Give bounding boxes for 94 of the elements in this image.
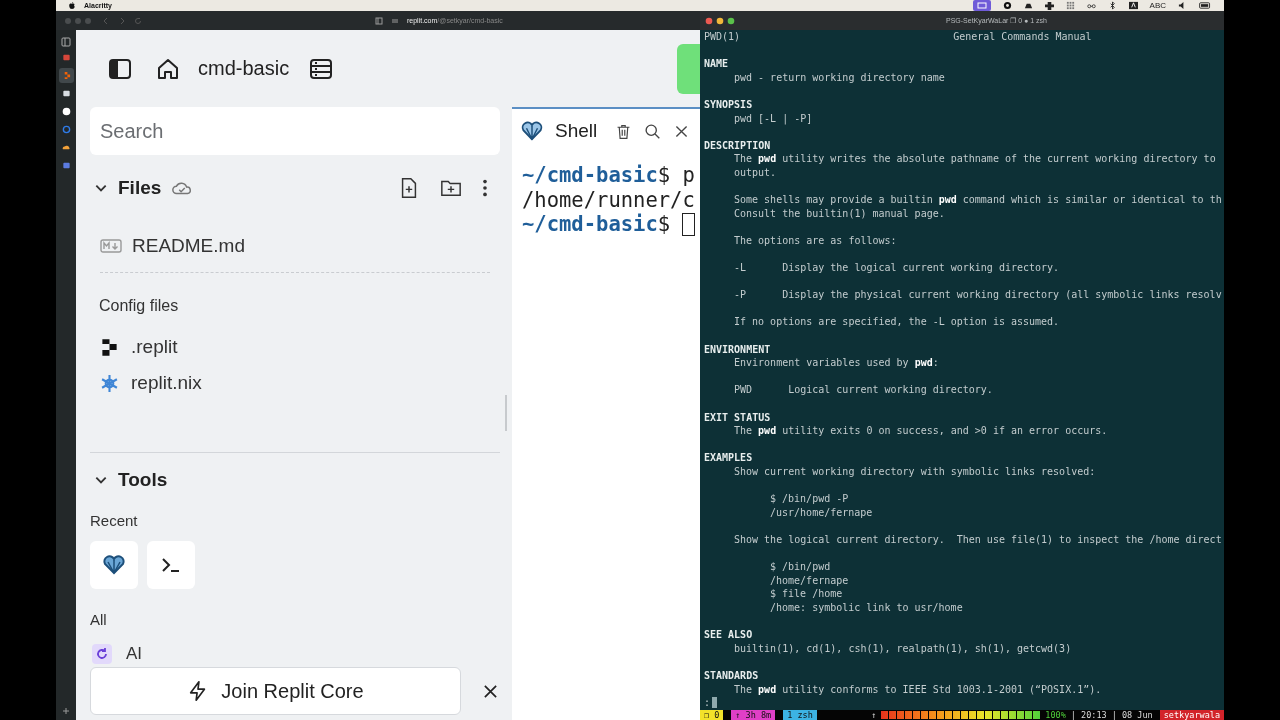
glasses-icon[interactable] <box>1086 1 1096 10</box>
tool-item[interactable]: AI <box>90 643 500 665</box>
section-title[interactable]: Files <box>118 177 162 199</box>
man-text-line: Environment variables used by pwd: <box>734 356 939 370</box>
man-text-line: If no options are specified, the -L option is assumed. <box>734 315 1060 330</box>
man-text-line: pwd - return working directory name <box>734 70 945 85</box>
shell-tab[interactable]: Shell <box>555 120 598 142</box>
cursor <box>712 697 718 709</box>
sidebar-icon[interactable] <box>375 16 383 25</box>
clock: | 20:13 | 08 Jun <box>1069 710 1154 720</box>
status-segment: ❐ 0 <box>700 710 724 720</box>
file-item[interactable]: README.md <box>90 226 500 266</box>
battery-icon[interactable] <box>1199 1 1212 10</box>
man-code-line: /home: symbolic link to usr/home <box>770 600 963 615</box>
man-text-line: PWD Logical current working directory. <box>734 383 993 398</box>
battery-reading: 100% <box>1045 710 1066 720</box>
man-heading: EXIT STATUS <box>704 410 771 425</box>
pager-prompt: : <box>704 696 711 710</box>
search-icon[interactable] <box>644 122 662 140</box>
man-text-line: The pwd utility conforms to IEEE Std 1003.1-2001 (“POSIX.1”). <box>734 682 1102 697</box>
snowflake-icon <box>100 373 119 393</box>
group-label: Recent <box>90 511 139 531</box>
man-text-line: Consult the builtin(1) manual page. <box>734 206 945 221</box>
scrollbar[interactable] <box>505 395 507 431</box>
status-segment: 1 zsh <box>783 710 817 720</box>
circle-icon[interactable] <box>1002 1 1012 10</box>
shell-text: $ <box>657 212 672 237</box>
file-item[interactable]: replit.nix <box>90 365 500 401</box>
man-text-line: -P Display the physical current working directory (all symbolic links resolv <box>734 288 1222 302</box>
man-text-line: builtin(1), cd(1), csh(1), realpath(1), sh(1), getcwd(3) <box>734 641 1072 656</box>
prompt-path: ~/cmd-basic <box>522 212 658 237</box>
group-label: Config files <box>98 296 180 316</box>
app-icon <box>61 161 71 170</box>
group-label: All <box>90 610 108 630</box>
add-icon[interactable] <box>61 706 71 716</box>
prompt-path: ~/cmd-basic <box>522 163 658 188</box>
man-text-line: Show the logical current directory. Then use file(1) to inspect the /home direct <box>734 532 1222 547</box>
section-title[interactable]: Tools <box>118 469 168 491</box>
man-code-line: /usr/home/fernape <box>770 505 873 520</box>
home-icon[interactable] <box>156 56 180 81</box>
man-heading: DESCRIPTION <box>704 138 771 153</box>
blocks-icon <box>100 337 119 357</box>
ring-icon <box>61 125 71 134</box>
tool-tile[interactable] <box>147 541 195 589</box>
man-text-line: -L Display the logical current working directory. <box>734 261 1060 275</box>
loop-icon <box>92 644 112 664</box>
screen-icon[interactable] <box>972 0 991 11</box>
input-source[interactable]: ABC <box>1149 0 1166 11</box>
tool-tile[interactable] <box>90 541 138 589</box>
gamepad-icon[interactable] <box>1044 1 1054 10</box>
uptime-arrow: ↑ <box>870 710 878 720</box>
more-icon[interactable] <box>482 177 488 199</box>
shell-text: $ p <box>657 163 695 188</box>
man-heading: EXAMPLES <box>704 451 753 465</box>
man-header: PWD(1) <box>704 30 741 44</box>
shell-text: /home/runner/c <box>522 187 695 212</box>
man-heading: SEE ALSO <box>704 628 753 642</box>
man-heading: NAME <box>704 57 729 71</box>
man-text-line: pwd [-L | -P] <box>734 111 813 126</box>
man-text-line: Some shells may provide a builtin pwd command which is similar or identical to th <box>734 193 1222 207</box>
man-code-line: /home/fernape <box>770 573 849 588</box>
man-text-line: The pwd utility exits 0 on success, and >0 if an error occurs. <box>734 424 1108 438</box>
man-heading: SYNOPSIS <box>704 97 753 112</box>
man-code-line: $ /bin/pwd -P <box>770 492 849 506</box>
list-icon[interactable] <box>309 56 334 81</box>
man-code-line: $ file /home <box>770 587 843 601</box>
file-item[interactable]: .replit <box>90 329 500 365</box>
host-name: setkyarwala <box>1159 710 1224 720</box>
markdown-icon <box>100 238 122 254</box>
cloud-icon <box>61 143 71 152</box>
status-segment: ↑ 3h 8m <box>731 710 776 720</box>
search-field[interactable]: Search <box>90 107 500 155</box>
apple-icon[interactable] <box>68 1 76 10</box>
man-code-line: $ /bin/pwd <box>770 560 831 574</box>
man-text-line: The options are as follows: <box>734 233 897 248</box>
shell-icon <box>521 120 543 142</box>
close-icon[interactable] <box>483 683 498 699</box>
man-heading: ENVIRONMENT <box>704 342 771 357</box>
grid-icon[interactable] <box>1065 1 1075 10</box>
shell-icon <box>102 553 126 577</box>
upgrade-button[interactable]: Join Replit Core <box>90 667 461 715</box>
project-title[interactable]: cmd-basic <box>198 57 290 80</box>
man-text-line: The pwd utility writes the absolute pathname of the current working directory to <box>734 152 1216 166</box>
window-controls[interactable] <box>705 16 737 25</box>
man-heading: STANDARDS <box>704 668 759 683</box>
sidebar-toggle-icon[interactable] <box>108 56 132 81</box>
man-text-line: output. <box>734 165 777 180</box>
circle-icon <box>61 107 71 116</box>
man-text-line: Show current working directory with symbolic links resolved: <box>734 465 1096 479</box>
keyboard-icon[interactable] <box>1128 1 1138 10</box>
app-icon <box>61 89 71 98</box>
app-icon <box>61 53 71 62</box>
man-header: General Commands Manual <box>953 30 1092 44</box>
sidebar-toggle-icon[interactable] <box>61 37 71 47</box>
